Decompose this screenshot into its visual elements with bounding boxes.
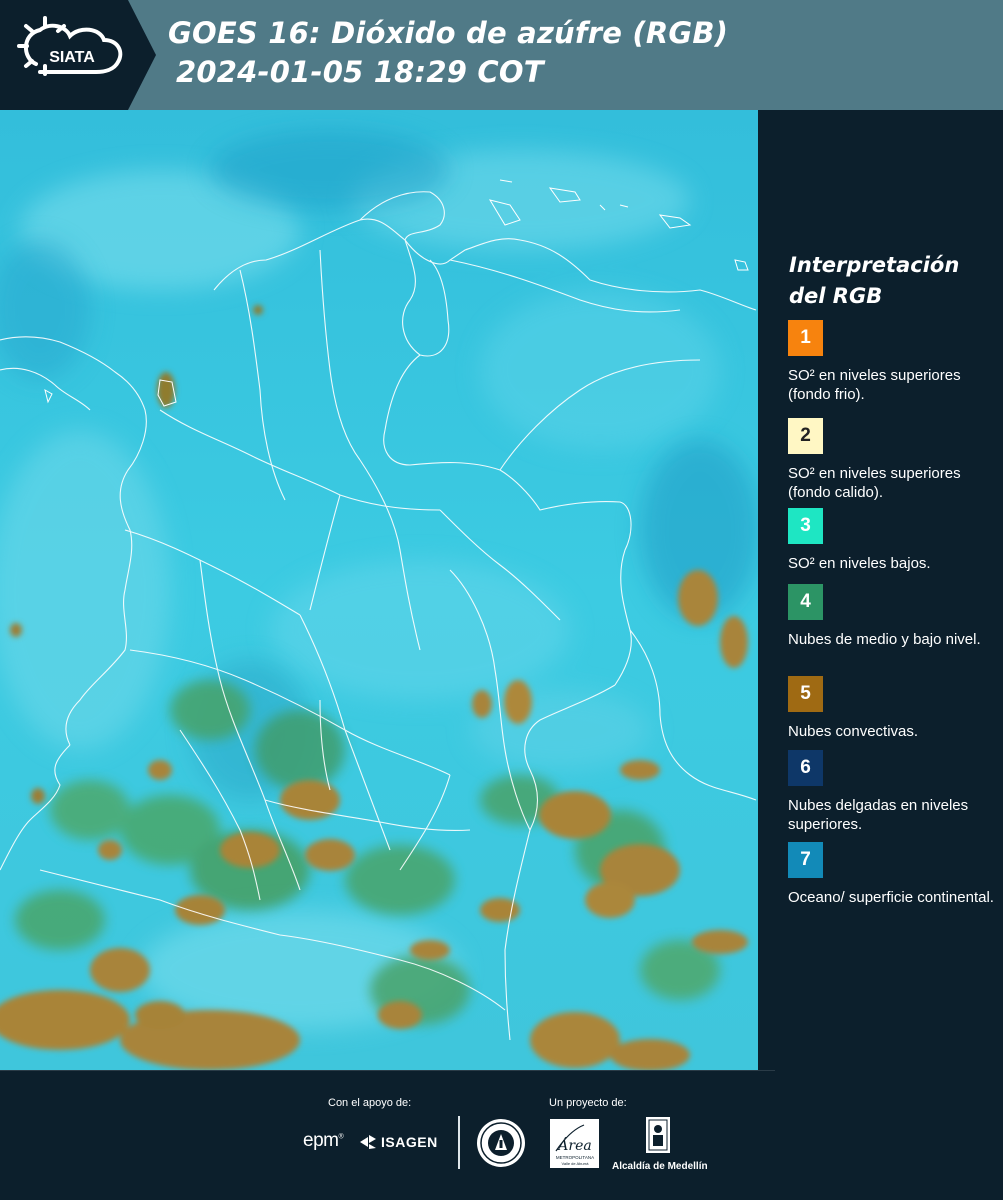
- alcaldia-logo-text: Alcaldía de Medellín: [612, 1161, 708, 1172]
- siata-logo-text: SIATA: [49, 49, 95, 66]
- area-metropolitana-logo: Área METROPOLITANA Valle de Aburrá: [550, 1119, 599, 1168]
- support-caption: Con el apoyo de:: [328, 1097, 412, 1109]
- legend-panel: Interpretación del RGB 1 SO² en niveles …: [758, 110, 1003, 1070]
- footer-divider: [458, 1116, 460, 1169]
- legend-item-6: 6 Nubes delgadas en niveles superiores.: [788, 750, 998, 834]
- legend-label-2: SO² en niveles superiores (fondo calido)…: [788, 465, 961, 501]
- legend-label-1: SO² en niveles superiores (fondo frio).: [788, 367, 961, 403]
- legend-swatch-4: 4: [788, 584, 823, 620]
- legend-title: Interpretación del RGB: [789, 253, 960, 308]
- epm-logo: epm®: [303, 1130, 344, 1151]
- legend-label-5: Nubes convectivas.: [788, 723, 919, 740]
- satellite-map: [0, 110, 758, 1070]
- header-bar: SIATA GOES 16: Dióxido de azúfre (RGB) 2…: [0, 0, 1003, 110]
- siata-logo: SIATA: [0, 0, 156, 110]
- legend-item-5: 5 Nubes convectivas.: [788, 676, 998, 741]
- area-logo-title: Área: [556, 1136, 591, 1154]
- legend-label-4: Nubes de medio y bajo nivel.: [788, 631, 981, 648]
- legend-item-4: 4 Nubes de medio y bajo nivel.: [788, 584, 998, 649]
- project-caption: Un proyecto de:: [549, 1097, 627, 1109]
- footer-rule: [0, 1070, 775, 1071]
- isagen-logo-text: ISAGEN: [381, 1134, 438, 1150]
- page-datetime: 2024-01-05 18:29 COT: [176, 55, 544, 89]
- page-title: GOES 16: Dióxido de azúfre (RGB): [168, 16, 729, 50]
- legend-item-7: 7 Oceano/ superficie continental.: [788, 842, 998, 907]
- legend-swatch-5: 5: [788, 676, 823, 712]
- legend-item-1: 1 SO² en niveles superiores (fondo frio)…: [788, 320, 998, 404]
- alcaldia-shield-icon: [646, 1117, 670, 1153]
- legend-label-3: SO² en niveles bajos.: [788, 555, 931, 572]
- isagen-logo: ISAGEN: [360, 1134, 438, 1150]
- legend-swatch-3: 3: [788, 508, 823, 544]
- alcaldia-medellin-logo: Alcaldía de Medellín: [612, 1116, 708, 1172]
- legend-label-6: Nubes delgadas en niveles superiores.: [788, 797, 969, 833]
- legend-swatch-7: 7: [788, 842, 823, 878]
- legend-item-3: 3 SO² en niveles bajos.: [788, 508, 998, 573]
- isagen-mark-icon: [360, 1135, 376, 1149]
- area-logo-subtitle: METROPOLITANA: [556, 1155, 594, 1160]
- legend-label-7: Oceano/ superficie continental.: [788, 889, 994, 906]
- legend-item-2: 2 SO² en niveles superiores (fondo calid…: [788, 418, 998, 502]
- area-logo-tagline: Valle de Aburrá: [561, 1161, 589, 1166]
- legend-swatch-2: 2: [788, 418, 823, 454]
- legend-swatch-1: 1: [788, 320, 823, 356]
- legend-swatch-6: 6: [788, 750, 823, 786]
- epm-logo-text: epm: [303, 1130, 339, 1151]
- footer: Con el apoyo de: Un proyecto de: epm® IS…: [0, 1070, 1003, 1200]
- universidad-seal-icon: [477, 1119, 525, 1167]
